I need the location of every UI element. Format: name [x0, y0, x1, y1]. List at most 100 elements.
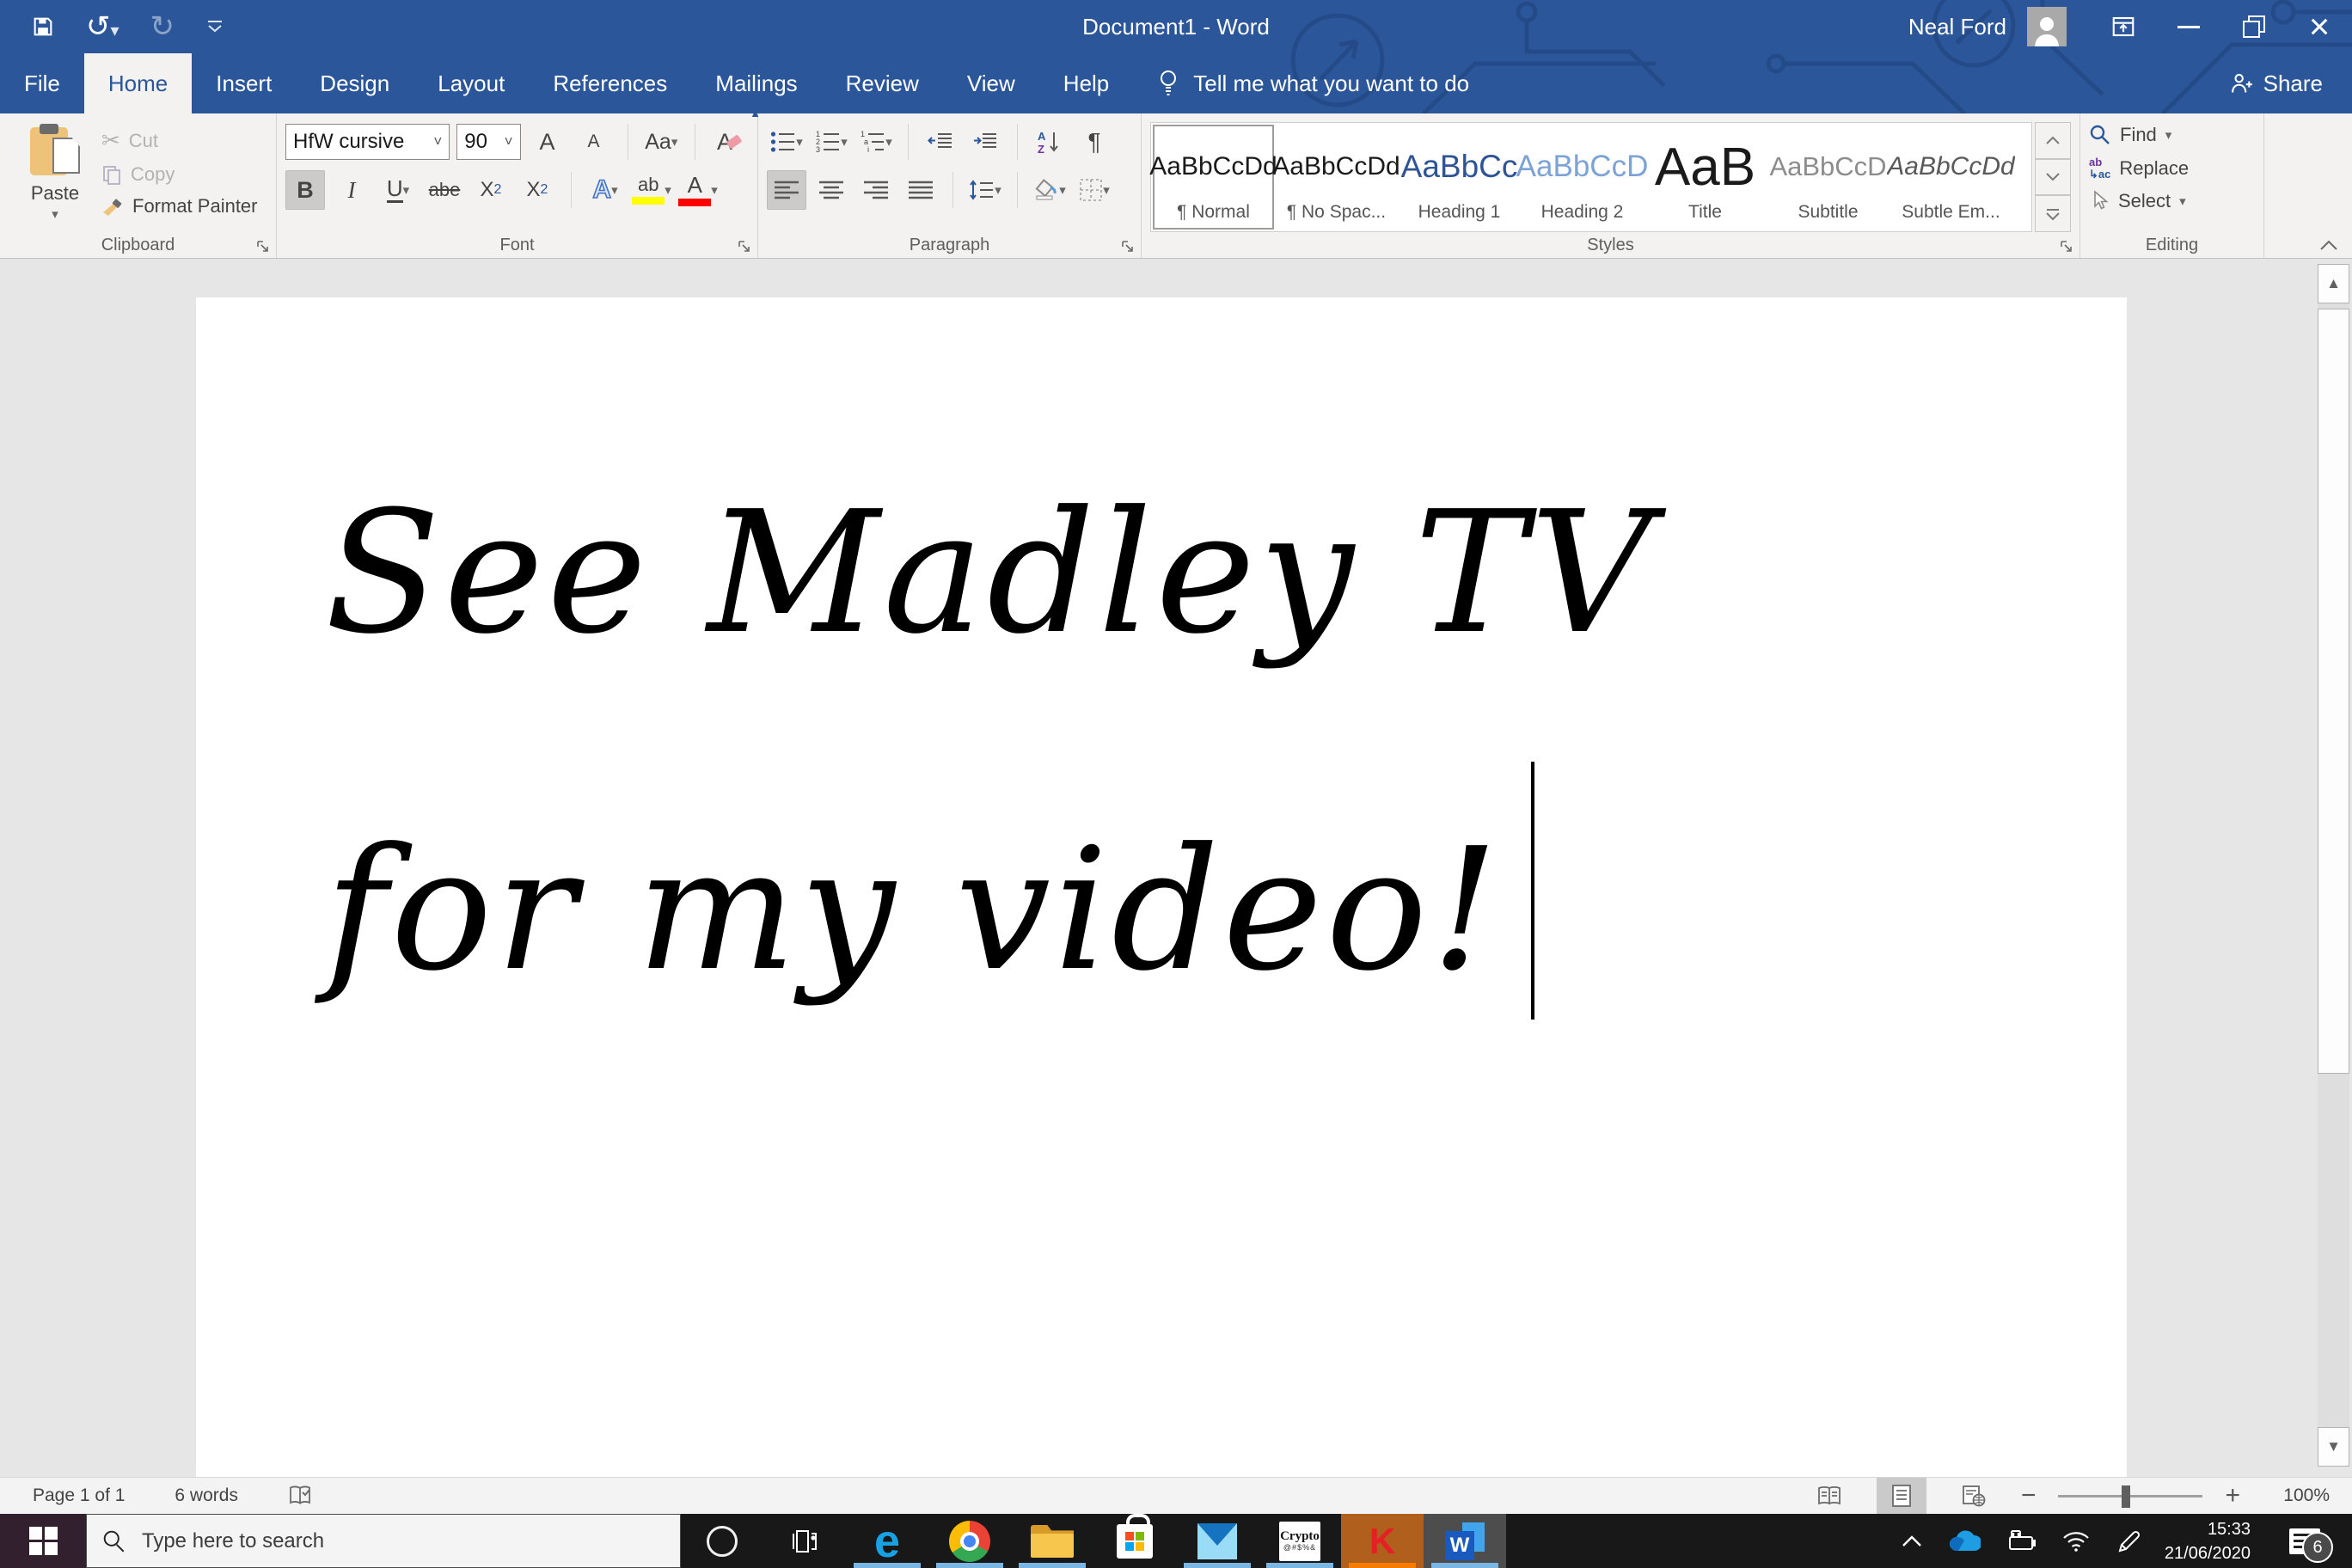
- minimize-button[interactable]: [2156, 0, 2221, 53]
- document-line-2[interactable]: for my video!: [325, 742, 1656, 1079]
- ribbon-display-options-icon[interactable]: [2091, 0, 2156, 53]
- document-line-1[interactable]: See Madley TV: [325, 405, 1656, 742]
- wifi-icon[interactable]: [2061, 1530, 2091, 1553]
- store-button[interactable]: [1093, 1514, 1176, 1568]
- tab-mailings[interactable]: Mailings: [691, 53, 821, 113]
- show-hide-marks-button[interactable]: ¶: [1075, 122, 1114, 162]
- share-button[interactable]: Share: [2229, 53, 2352, 113]
- styles-dialog-launcher-icon[interactable]: [2060, 240, 2073, 254]
- zoom-in-button[interactable]: +: [2225, 1481, 2240, 1510]
- font-size-combo[interactable]: 90˅: [456, 124, 520, 160]
- save-icon[interactable]: [31, 15, 55, 39]
- style-normal[interactable]: AaBbCcDd ¶ Normal: [1153, 125, 1274, 230]
- vertical-scrollbar[interactable]: ▲ ▼: [2318, 264, 2349, 1467]
- document-page[interactable]: See Madley TV for my video!: [196, 297, 2127, 1477]
- bullets-button[interactable]: ▾: [767, 122, 806, 162]
- italic-button[interactable]: I: [332, 170, 371, 210]
- tab-references[interactable]: References: [529, 53, 691, 113]
- multilevel-list-button[interactable]: 1ai ▾: [856, 122, 896, 162]
- style-no-spacing[interactable]: AaBbCcDd ¶ No Spac...: [1276, 125, 1397, 230]
- change-case-button[interactable]: Aa▾: [641, 122, 681, 162]
- numbering-button[interactable]: 123 ▾: [812, 122, 851, 162]
- search-input[interactable]: [142, 1529, 623, 1553]
- styles-more-icon[interactable]: [2035, 195, 2071, 232]
- borders-button[interactable]: ▾: [1075, 170, 1114, 210]
- styles-scroll-up-icon[interactable]: [2035, 122, 2071, 159]
- grow-font-button[interactable]: A▲: [528, 122, 567, 162]
- tab-home[interactable]: Home: [84, 53, 192, 113]
- undo-button[interactable]: ↺▾: [86, 12, 119, 41]
- align-left-button[interactable]: [767, 170, 806, 210]
- tab-layout[interactable]: Layout: [413, 53, 529, 113]
- style-title[interactable]: AaB Title: [1645, 125, 1766, 230]
- print-layout-icon[interactable]: [1877, 1478, 1926, 1515]
- battery-icon[interactable]: [2005, 1530, 2037, 1553]
- bold-button[interactable]: B: [285, 170, 325, 210]
- read-mode-icon[interactable]: [1804, 1478, 1854, 1515]
- account-name[interactable]: Neal Ford: [1908, 14, 2006, 40]
- text-effects-button[interactable]: A▾: [585, 170, 625, 210]
- tray-chevron-icon[interactable]: [1902, 1535, 1922, 1547]
- align-center-button[interactable]: [812, 170, 851, 210]
- style-subtitle[interactable]: AaBbCcD Subtitle: [1767, 125, 1889, 230]
- find-button[interactable]: Find▾: [2089, 124, 2255, 146]
- tab-help[interactable]: Help: [1039, 53, 1133, 113]
- decrease-indent-button[interactable]: [921, 122, 960, 162]
- cortana-button[interactable]: [681, 1514, 763, 1568]
- clipboard-dialog-launcher-icon[interactable]: [256, 240, 270, 254]
- word-count[interactable]: 6 words: [175, 1485, 238, 1506]
- tell-me-box[interactable]: Tell me what you want to do: [1157, 53, 1469, 113]
- paste-button[interactable]: Paste ▾: [9, 122, 101, 232]
- paragraph-dialog-launcher-icon[interactable]: [1121, 240, 1135, 254]
- subscript-button[interactable]: X2: [471, 170, 511, 210]
- font-color-button[interactable]: A▾: [678, 170, 718, 210]
- text-highlight-button[interactable]: ab▾: [632, 170, 671, 210]
- redo-button[interactable]: ↻: [150, 12, 175, 41]
- underline-button[interactable]: U▾: [378, 170, 418, 210]
- collapse-ribbon-icon[interactable]: [2319, 240, 2338, 251]
- tab-view[interactable]: View: [943, 53, 1039, 113]
- task-view-button[interactable]: [763, 1514, 846, 1568]
- restore-button[interactable]: [2221, 0, 2287, 53]
- tab-file[interactable]: File: [0, 53, 84, 113]
- word-button[interactable]: W: [1424, 1514, 1506, 1568]
- strikethrough-button[interactable]: abe: [425, 170, 464, 210]
- chrome-button[interactable]: [928, 1514, 1011, 1568]
- scroll-up-icon[interactable]: ▲: [2318, 264, 2349, 303]
- document-text[interactable]: See Madley TV for my video!: [325, 405, 1656, 1079]
- page-count[interactable]: Page 1 of 1: [33, 1485, 125, 1506]
- line-spacing-button[interactable]: ▾: [965, 170, 1005, 210]
- web-layout-icon[interactable]: [1949, 1478, 1999, 1515]
- replace-button[interactable]: ab ↳ac Replace: [2089, 156, 2255, 180]
- select-button[interactable]: Select▾: [2089, 190, 2255, 212]
- scroll-down-icon[interactable]: ▼: [2318, 1427, 2349, 1467]
- proofing-icon[interactable]: [288, 1485, 312, 1507]
- tab-insert[interactable]: Insert: [192, 53, 296, 113]
- increase-indent-button[interactable]: [965, 122, 1005, 162]
- close-button[interactable]: ×: [2287, 0, 2352, 53]
- clear-formatting-button[interactable]: A: [709, 122, 749, 162]
- align-right-button[interactable]: [856, 170, 896, 210]
- kaspersky-button[interactable]: K: [1341, 1514, 1424, 1568]
- superscript-button[interactable]: X2: [518, 170, 557, 210]
- style-subtle-emphasis[interactable]: AaBbCcDd Subtle Em...: [1890, 125, 2012, 230]
- copy-button[interactable]: Copy: [101, 163, 267, 186]
- scrollbar-thumb[interactable]: [2318, 309, 2349, 1074]
- zoom-out-button[interactable]: −: [2021, 1481, 2037, 1510]
- style-heading2[interactable]: AaBbCcD Heading 2: [1522, 125, 1643, 230]
- font-name-combo[interactable]: HfW cursive˅: [285, 124, 450, 160]
- zoom-slider-thumb[interactable]: [2122, 1485, 2130, 1508]
- font-dialog-launcher-icon[interactable]: [738, 240, 751, 254]
- sort-button[interactable]: AZ: [1030, 122, 1069, 162]
- paste-dropdown-chevron-icon[interactable]: ▾: [52, 208, 58, 221]
- zoom-slider[interactable]: [2058, 1478, 2202, 1515]
- tab-review[interactable]: Review: [822, 53, 943, 113]
- action-center-button[interactable]: 6: [2275, 1514, 2335, 1568]
- crypto-app-button[interactable]: Crypto @#$%&: [1259, 1514, 1341, 1568]
- start-button[interactable]: [0, 1514, 86, 1568]
- onedrive-icon[interactable]: [1946, 1530, 1981, 1553]
- customize-qat-chevron-icon[interactable]: [205, 21, 224, 33]
- taskbar-clock[interactable]: 15:33 21/06/2020: [2165, 1517, 2251, 1565]
- avatar[interactable]: [2027, 7, 2067, 46]
- mail-button[interactable]: [1176, 1514, 1259, 1568]
